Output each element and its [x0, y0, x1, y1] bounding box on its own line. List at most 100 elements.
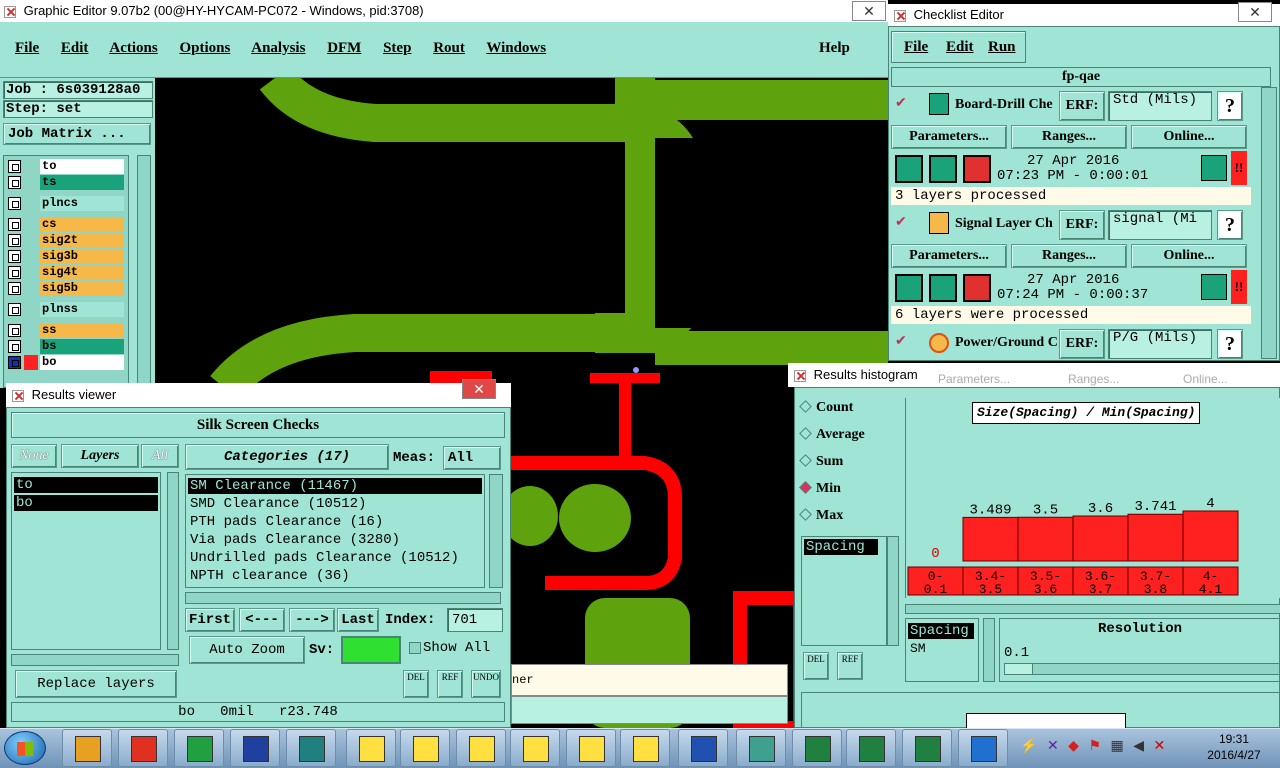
run-all-icon[interactable] — [929, 274, 957, 302]
taskbar-button[interactable] — [118, 729, 168, 767]
ranges-button[interactable]: Ranges... — [1011, 125, 1127, 149]
hist-ref-button[interactable]: REF — [837, 652, 863, 680]
flash-icon[interactable]: ⚡ — [1020, 739, 1037, 754]
taskbar-button[interactable] — [678, 729, 728, 767]
layer-checkbox[interactable] — [8, 324, 21, 337]
layer-row-bo[interactable]: bo — [6, 355, 124, 370]
option-average[interactable]: Average — [799, 427, 865, 443]
cl-menu-run[interactable]: Run — [988, 39, 1016, 56]
cl-menu-edit[interactable]: Edit — [946, 39, 974, 56]
taskbar-button[interactable] — [510, 729, 560, 767]
first-button[interactable]: First — [185, 608, 235, 632]
menu-file[interactable]: File — [15, 40, 39, 56]
run-all-icon[interactable] — [929, 155, 957, 183]
menu-step[interactable]: Step — [383, 40, 411, 56]
meas-select[interactable]: All — [443, 446, 501, 470]
app-tray-icon[interactable]: ◆ — [1068, 739, 1079, 754]
layer-checkbox[interactable] — [8, 250, 21, 263]
layer-checkbox[interactable] — [8, 197, 21, 210]
layer-scrollbar[interactable] — [137, 155, 151, 388]
ranges-button[interactable]: Ranges... — [1011, 244, 1127, 268]
histogram-bar[interactable] — [962, 516, 1019, 562]
volume-icon[interactable]: ◀ — [1133, 739, 1144, 754]
zoom-icon[interactable] — [1201, 155, 1227, 181]
histogram-bar[interactable] — [1182, 510, 1239, 562]
histogram-bar[interactable] — [1017, 516, 1074, 562]
sm-item[interactable]: SM — [908, 641, 926, 656]
zoom-icon[interactable] — [1201, 274, 1227, 300]
run-icon[interactable] — [895, 274, 923, 302]
stop-icon[interactable] — [963, 155, 991, 183]
taskbar-button[interactable] — [566, 729, 616, 767]
undo-button[interactable]: UNDO — [471, 670, 501, 698]
menu-help[interactable]: Help — [819, 40, 850, 57]
online-button[interactable]: Online... — [1131, 125, 1247, 149]
taskbar-button[interactable] — [456, 729, 506, 767]
none-button[interactable]: None — [11, 444, 57, 468]
histogram-bar[interactable] — [1072, 515, 1129, 562]
layer-row-cs[interactable]: cs — [6, 217, 124, 232]
spacing-item[interactable]: Spacing — [908, 623, 974, 639]
layer-checkbox[interactable] — [8, 176, 21, 189]
layer-checkbox[interactable] — [8, 282, 21, 295]
layer-row-to[interactable]: to — [6, 159, 124, 174]
layer-checkbox[interactable] — [8, 356, 21, 369]
categories-hscroll[interactable] — [185, 592, 501, 604]
taskbar-button[interactable] — [958, 729, 1008, 767]
menu-dfm[interactable]: DFM — [327, 40, 361, 56]
auto-zoom-menu[interactable]: Auto Zoom — [189, 636, 305, 664]
action-checkbox-icon[interactable]: ✔ — [895, 214, 907, 231]
erf-button[interactable]: ERF: — [1059, 210, 1105, 240]
del-button[interactable]: DEL — [403, 670, 429, 698]
close-icon[interactable]: ✕ — [852, 1, 886, 21]
taskbar-button[interactable] — [620, 729, 670, 767]
taskbar-button[interactable] — [230, 729, 280, 767]
menu-analysis[interactable]: Analysis — [251, 40, 305, 56]
layer-checkbox[interactable] — [8, 234, 21, 247]
start-button[interactable] — [4, 731, 46, 765]
layer-row-sig4t[interactable]: sig4t — [6, 265, 124, 280]
layer-row-ss[interactable]: ss — [6, 323, 124, 338]
erf-button[interactable]: ERF: — [1059, 91, 1105, 121]
action-checkbox-icon[interactable]: ✔ — [895, 333, 907, 350]
menu-edit[interactable]: Edit — [61, 40, 89, 56]
histogram-bar[interactable] — [1127, 513, 1184, 562]
show-all-checkbox[interactable] — [409, 642, 421, 654]
taskbar-button[interactable] — [902, 729, 952, 767]
taskbar-button[interactable] — [792, 729, 842, 767]
layer-row-plnss[interactable]: plnss — [6, 302, 124, 317]
category-item[interactable]: Via pads Clearance (3280) — [188, 532, 400, 548]
layer-checkbox[interactable] — [8, 160, 21, 173]
taskbar-button[interactable] — [846, 729, 896, 767]
layer-row-ts[interactable]: ts — [6, 175, 124, 190]
next-button[interactable]: ---> — [289, 608, 335, 632]
option-max[interactable]: Max — [799, 508, 843, 524]
action-checkbox-icon[interactable]: ✔ — [895, 95, 907, 112]
layer-row-sig2t[interactable]: sig2t — [6, 233, 124, 248]
layer-checkbox[interactable] — [8, 218, 21, 231]
all-layers-button[interactable]: All — [141, 444, 179, 468]
erf-field[interactable]: P/G (Mils) — [1108, 329, 1212, 359]
option-min[interactable]: Min — [799, 481, 841, 497]
stop-icon[interactable] — [963, 274, 991, 302]
help-button[interactable]: ? — [1217, 210, 1243, 240]
help-button[interactable]: ? — [1217, 329, 1243, 359]
layer-row-sig5b[interactable]: sig5b — [6, 281, 124, 296]
job-matrix-button[interactable]: Job Matrix ... — [3, 123, 151, 145]
x-icon[interactable]: ✕ — [1047, 739, 1059, 754]
cl-menu-file[interactable]: File — [904, 39, 928, 56]
erf-field[interactable]: signal (Mi — [1108, 210, 1212, 240]
category-item[interactable]: Undrilled pads Clearance (10512) — [188, 550, 459, 566]
taskbar-button[interactable] — [400, 729, 450, 767]
layer-checkbox[interactable] — [8, 303, 21, 316]
taskbar-button[interactable] — [346, 729, 396, 767]
spacing-item[interactable]: Spacing — [804, 539, 878, 555]
erf-field[interactable]: Std (Mils) — [1108, 91, 1212, 121]
layer-item[interactable]: to — [14, 477, 158, 493]
hist-bottom-handle[interactable] — [966, 713, 1126, 729]
taskbar-button[interactable] — [174, 729, 224, 767]
ref-button[interactable]: REF — [437, 670, 463, 698]
categories-scrollbar[interactable] — [489, 474, 503, 588]
results-viewer-close-icon[interactable]: ✕ — [462, 379, 496, 399]
parameters-button[interactable]: Parameters... — [891, 244, 1007, 268]
